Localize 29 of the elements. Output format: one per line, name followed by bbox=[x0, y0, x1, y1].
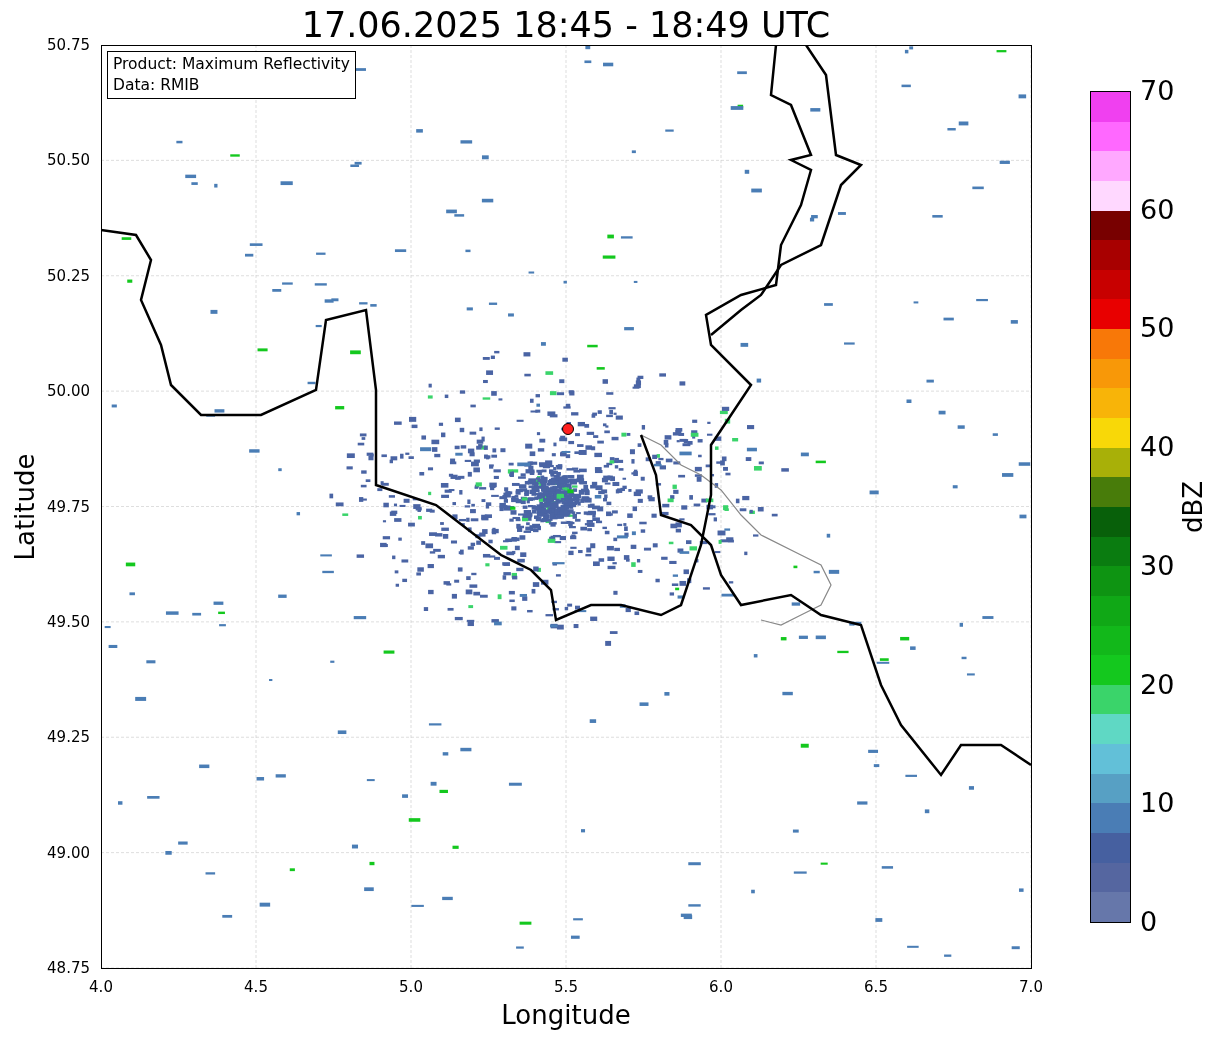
colorbar-tick-label: 50 bbox=[1140, 312, 1175, 345]
colorbar-tick-label: 10 bbox=[1140, 787, 1175, 820]
colorbar-label: dBZ bbox=[1177, 480, 1209, 534]
x-tick-label: 5.5 bbox=[554, 978, 578, 996]
x-tick-label: 6.0 bbox=[709, 978, 733, 996]
colorbar-tick-label: 30 bbox=[1140, 549, 1175, 582]
y-tick-label: 49.25 bbox=[46, 728, 90, 747]
y-axis-label: Latitude bbox=[9, 453, 41, 561]
y-tick-label: 49.50 bbox=[46, 612, 90, 631]
y-tick-label: 50.75 bbox=[46, 36, 90, 54]
colorbar-tick-label: 40 bbox=[1140, 431, 1175, 464]
colorbar-tick-label: 60 bbox=[1140, 193, 1175, 226]
colorbar-tick-label: 0 bbox=[1140, 906, 1158, 938]
legend-text: Data: RMIB bbox=[113, 75, 201, 96]
y-tick-label: 50.25 bbox=[46, 266, 90, 285]
y-tick-label: 49.00 bbox=[46, 843, 90, 862]
y-tick-label: 48.75 bbox=[46, 959, 90, 977]
x-tick-label: 6.5 bbox=[864, 978, 888, 996]
chart-title: 17.06.2025 18:45 - 18:49 UTC bbox=[300, 4, 832, 46]
y-tick-label: 50.50 bbox=[46, 151, 90, 170]
legend-text: Product: Maximum Reflectivity bbox=[113, 54, 350, 75]
x-tick-label: 7.0 bbox=[1019, 978, 1043, 996]
x-tick-label: 4.0 bbox=[89, 978, 113, 996]
x-tick-label: 5.0 bbox=[399, 978, 423, 996]
y-tick-label: 50.00 bbox=[46, 382, 90, 401]
colorbar-tick-label: 20 bbox=[1140, 668, 1175, 701]
colorbar-tick-label: 70 bbox=[1140, 75, 1175, 107]
x-tick-label: 4.5 bbox=[244, 978, 268, 996]
x-axis-label: Longitude bbox=[500, 999, 632, 1032]
